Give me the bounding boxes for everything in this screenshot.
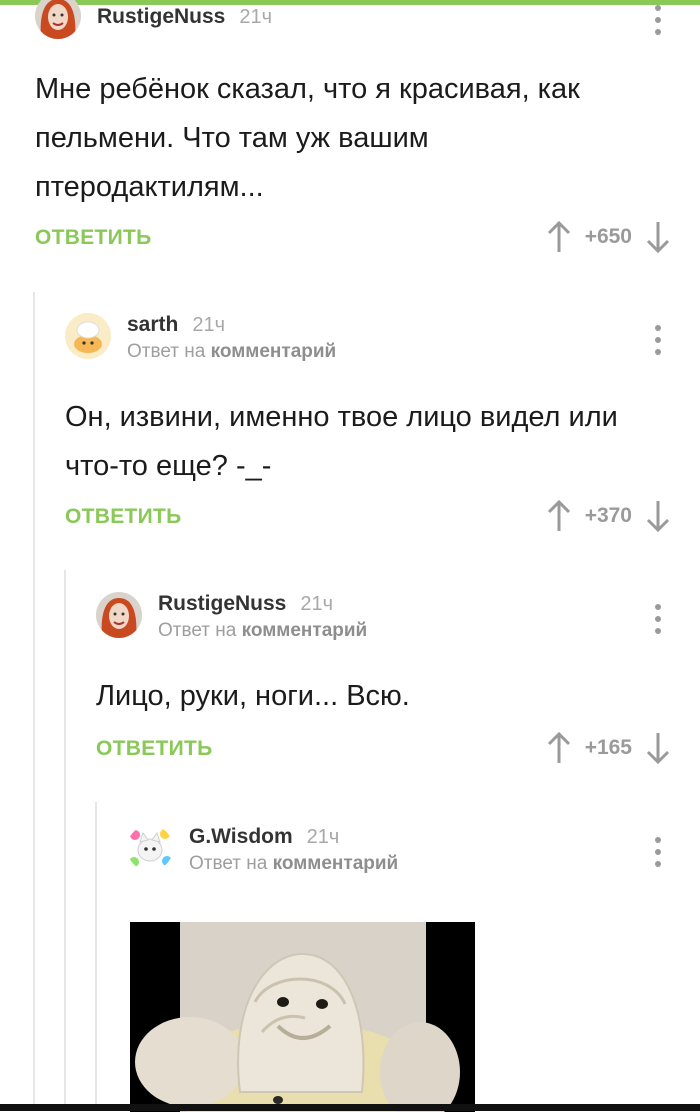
avatar[interactable] [127, 825, 173, 871]
comment-4: G.Wisdom 21ч Ответ на комментарий [127, 825, 670, 877]
avatar[interactable] [96, 592, 142, 638]
vote-score: +165 [584, 736, 632, 759]
comment-text: Мне ребёнок сказал, что я красивая, как … [35, 73, 580, 203]
more-vert-icon[interactable] [653, 5, 663, 35]
comment-actions: ОТВЕТИТЬ +370 [65, 499, 670, 549]
comment-header: sarth 21ч Ответ на комментарий [65, 313, 670, 365]
arrow-down-icon[interactable] [646, 731, 670, 765]
thread-line-level-2 [64, 570, 66, 1104]
thread-line-level-3 [95, 802, 97, 1104]
vote-score: +650 [584, 225, 632, 248]
more-vert-icon[interactable] [653, 325, 663, 355]
reply-to-label: Ответ на комментарий [189, 853, 399, 874]
author-name[interactable]: RustigeNuss 21ч [158, 592, 333, 616]
comment-time: 21ч [192, 314, 226, 336]
avatar[interactable] [65, 313, 111, 359]
arrow-up-icon[interactable] [547, 499, 571, 533]
bottom-nav-bar [0, 1104, 700, 1111]
reply-button[interactable]: ОТВЕТИТЬ [96, 737, 213, 761]
comment-2: sarth 21ч Ответ на комментарий Он, извини… [65, 313, 670, 549]
avatar[interactable] [35, 0, 81, 39]
author-name[interactable]: sarth 21ч [127, 313, 225, 337]
reply-button[interactable]: ОТВЕТИТЬ [35, 226, 152, 250]
reply-to-link[interactable]: комментарий [242, 620, 368, 641]
arrow-up-icon[interactable] [547, 731, 571, 765]
vote-controls: +650 [547, 220, 670, 254]
comment-header: RustigeNuss 21ч Ответ на комментарий [96, 592, 670, 644]
arrow-down-icon[interactable] [646, 499, 670, 533]
comment-header: RustigeNuss 21ч [35, 0, 670, 45]
arrow-up-icon[interactable] [547, 220, 571, 254]
author-name[interactable]: G.Wisdom 21ч [189, 825, 339, 849]
arrow-down-icon[interactable] [646, 220, 670, 254]
comment-1: RustigeNuss 21ч Мне ребёнок сказал, что я… [35, 0, 670, 270]
vote-score: +370 [584, 504, 632, 527]
comment-text: Лицо, руки, ноги... Всю. [96, 680, 410, 712]
comment-actions: ОТВЕТИТЬ +165 [96, 731, 670, 781]
more-vert-icon[interactable] [653, 604, 663, 634]
comment-actions: ОТВЕТИТЬ +650 [35, 220, 670, 270]
comment-text: Он, извини, именно твое лицо видел или ч… [65, 401, 618, 482]
vote-controls: +370 [547, 499, 670, 533]
comment-time: 21ч [300, 593, 334, 615]
more-vert-icon[interactable] [653, 837, 663, 867]
reply-to-link[interactable]: комментарий [273, 853, 399, 874]
reply-to-label: Ответ на комментарий [158, 620, 368, 641]
thread-line-level-1 [33, 292, 35, 1104]
reply-to-label: Ответ на комментарий [127, 341, 337, 362]
reply-to-link[interactable]: комментарий [211, 341, 337, 362]
comment-time: 21ч [306, 826, 340, 848]
author-name[interactable]: RustigeNuss 21ч [97, 5, 272, 29]
comment-image[interactable] [130, 922, 475, 1112]
comment-header: G.Wisdom 21ч Ответ на комментарий [127, 825, 670, 877]
vote-controls: +165 [547, 731, 670, 765]
comment-time: 21ч [239, 6, 273, 28]
comment-3: RustigeNuss 21ч Ответ на комментарий Лицо… [96, 592, 670, 781]
dumpling-photo [130, 922, 475, 1112]
reply-button[interactable]: ОТВЕТИТЬ [65, 505, 182, 529]
